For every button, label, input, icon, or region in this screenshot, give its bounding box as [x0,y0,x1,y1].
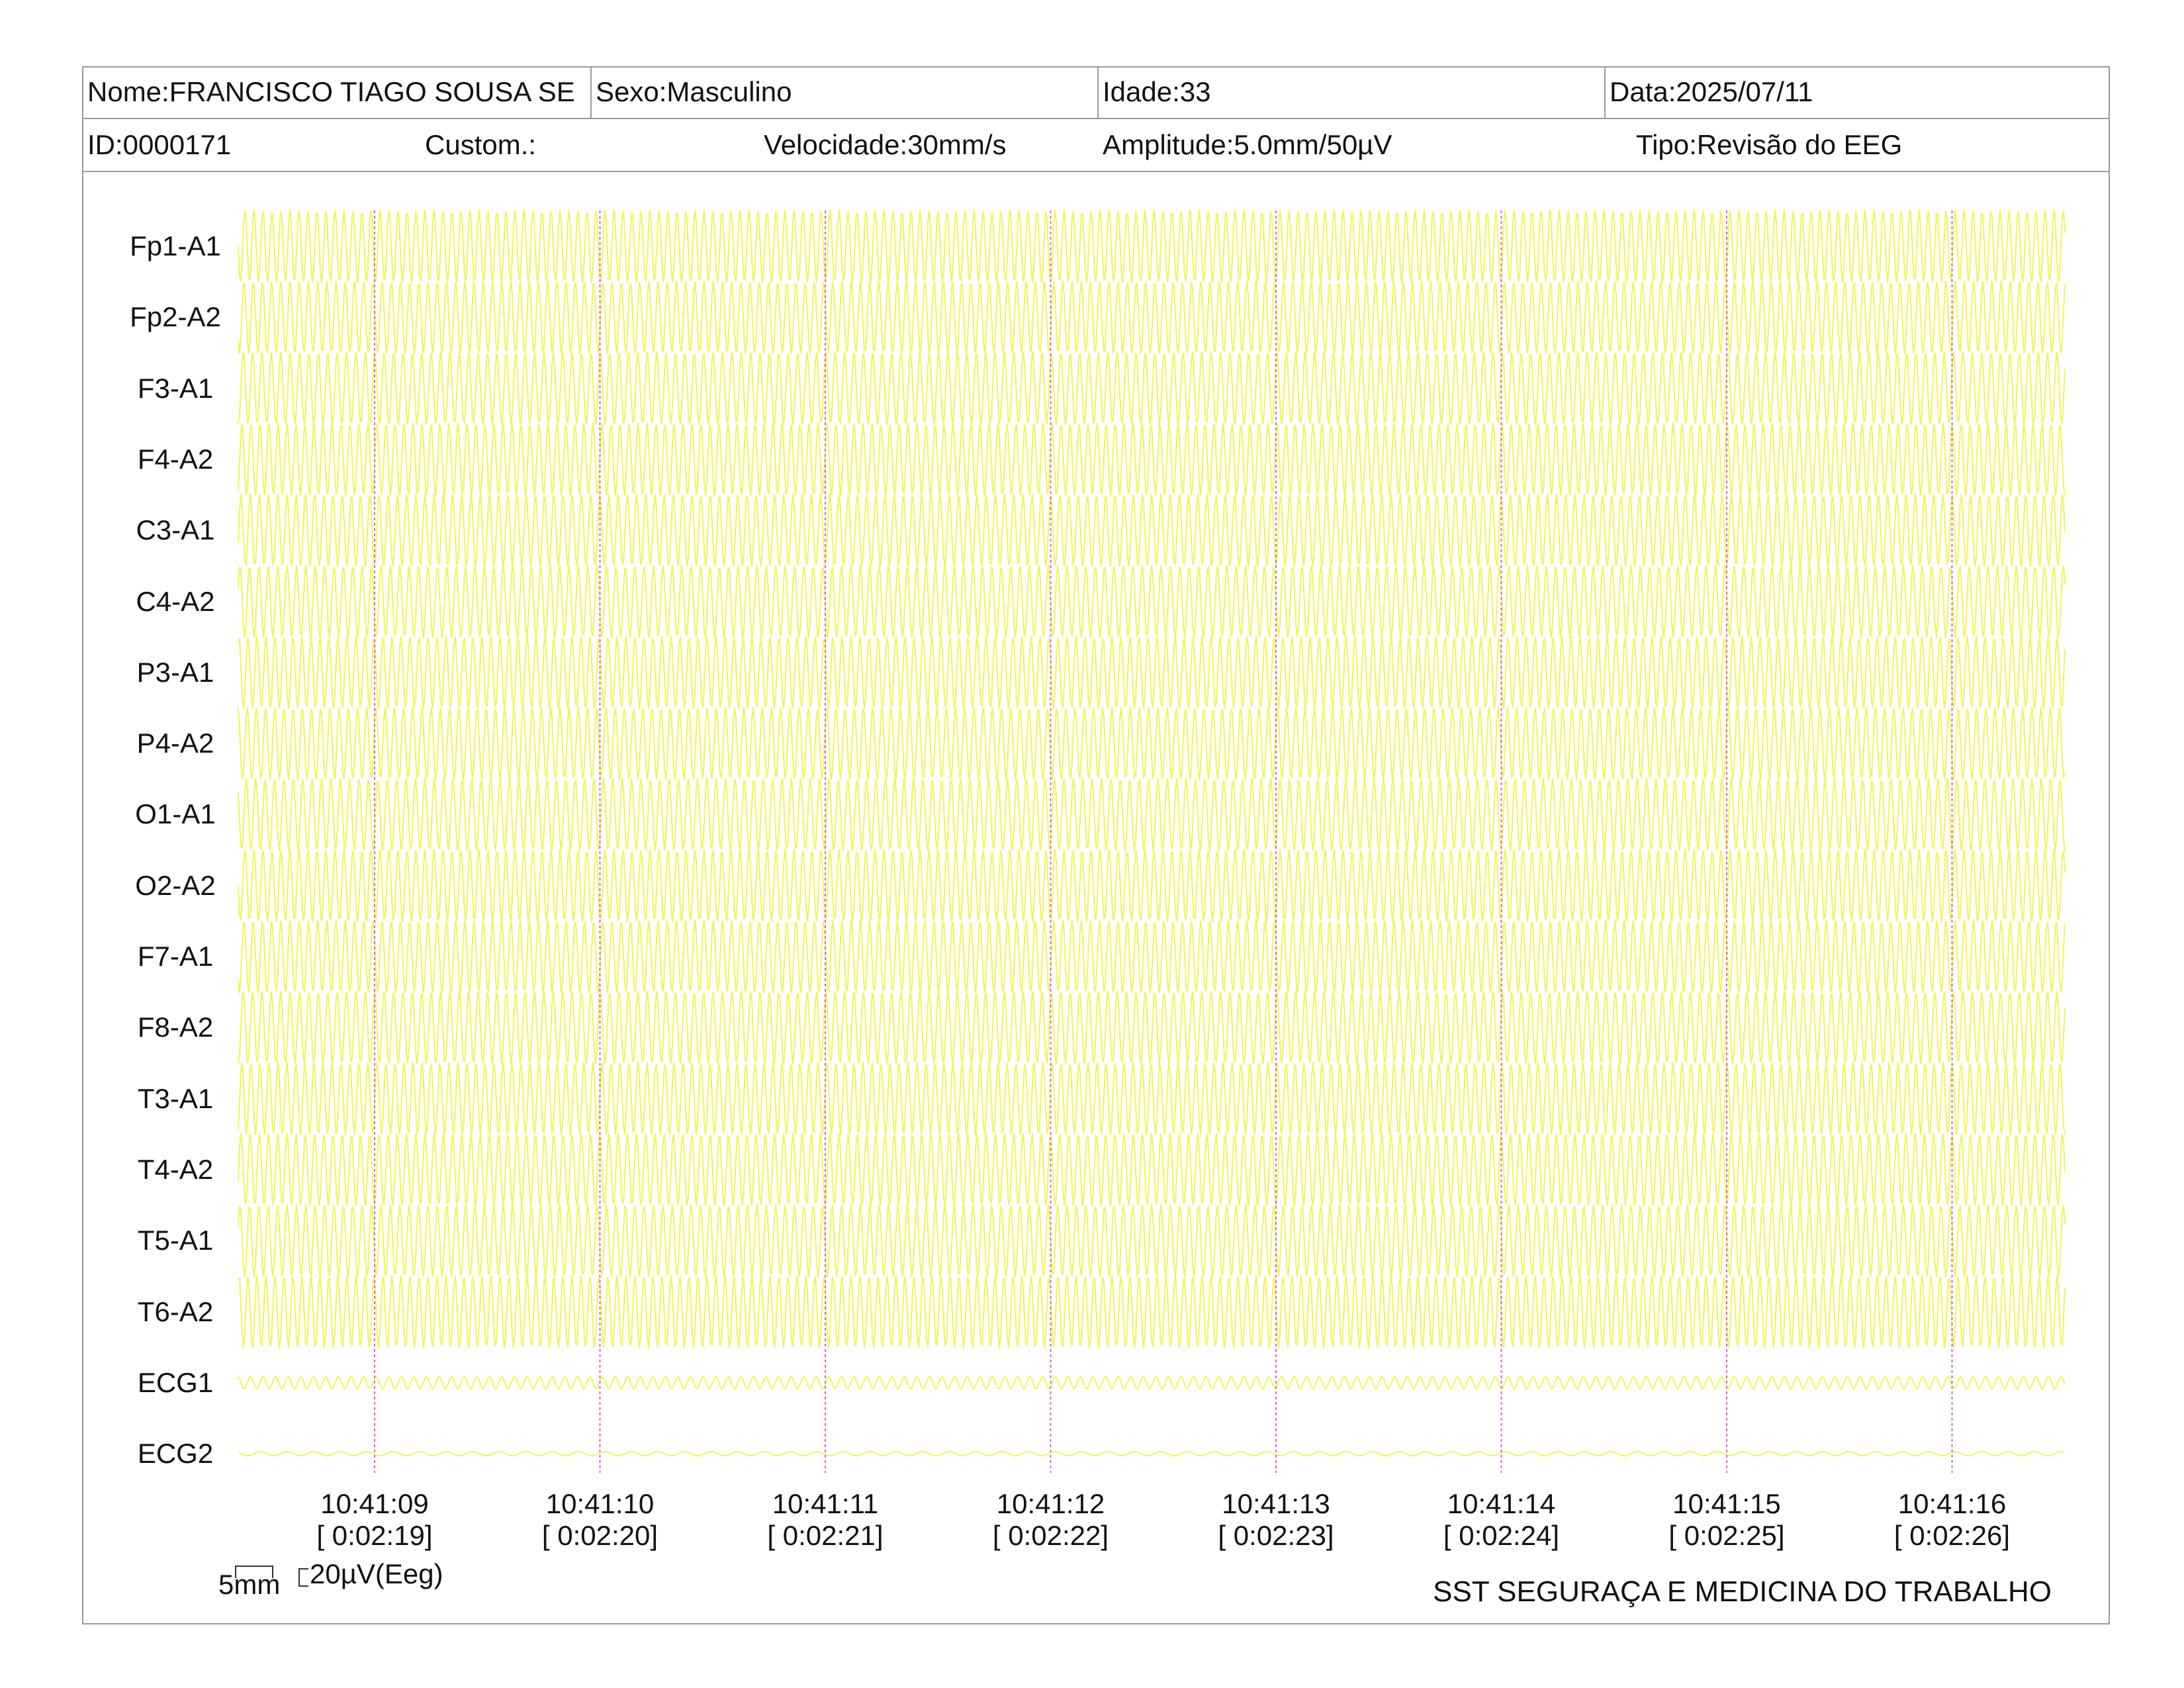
trace-t6-a2 [238,1275,2066,1348]
trace-c4-a2 [238,565,2066,638]
trace-t4-a2 [238,1133,2066,1206]
scale-amplitude-label: 20µV(Eeg) [310,1558,443,1589]
trace-t3-a1 [238,1062,2066,1135]
trace-f3-a1 [238,352,2066,425]
trace-t5-a1 [238,1204,2066,1278]
trace-fp2-a2 [238,281,2066,354]
trace-p4-a2 [238,706,2066,780]
clinic-name: SST SEGURAÇA E MEDICINA DO TRABALHO [1433,1575,2052,1608]
trace-f8-a2 [238,991,2066,1064]
scale-length-label: 5mm [218,1569,281,1600]
trace-f7-a1 [238,919,2066,994]
trace-ecg2 [238,1451,2066,1457]
trace-c3-a1 [238,494,2066,567]
trace-o1-a1 [238,778,2066,851]
trace-o2-a2 [238,849,2066,922]
trace-f4-a2 [238,422,2066,496]
trace-ecg1 [238,1376,2066,1390]
scale-amplitude-bracket [298,1568,308,1587]
eeg-trace-area [235,210,2066,1587]
trace-fp1-a1 [238,210,2066,283]
trace-p3-a1 [238,635,2066,709]
